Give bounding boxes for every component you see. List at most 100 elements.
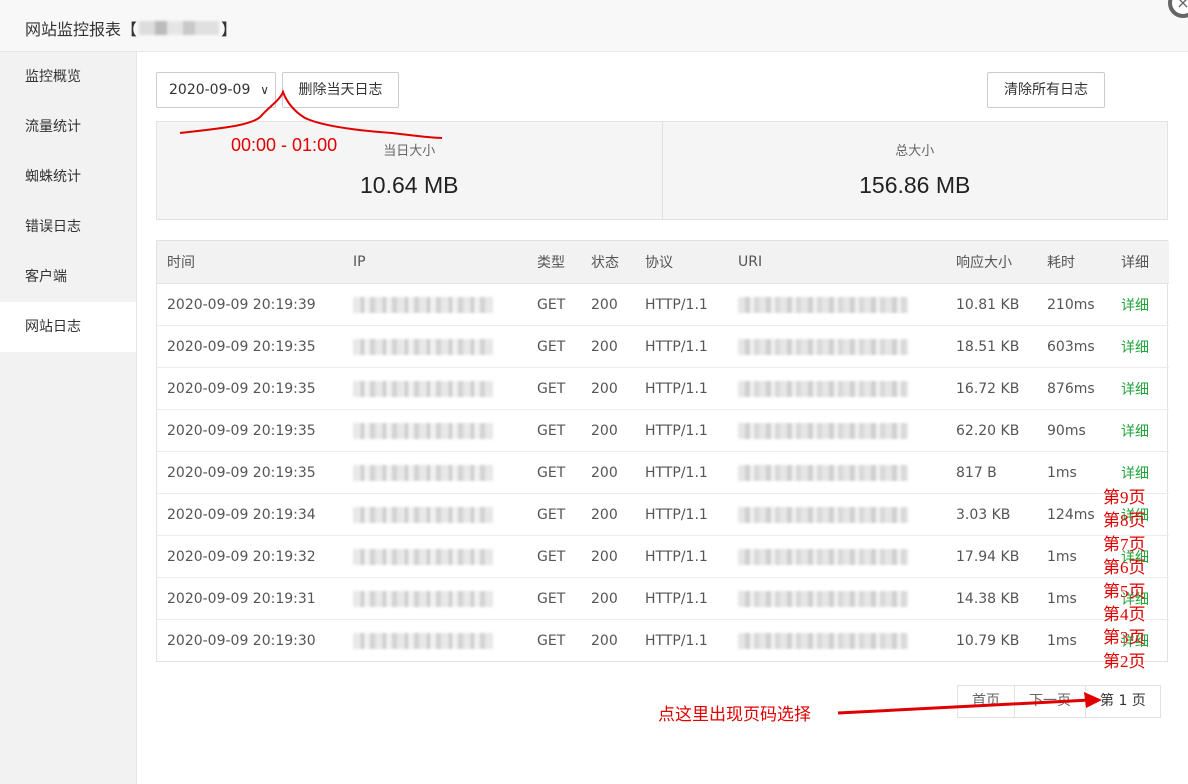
cell-type: GET (527, 619, 581, 661)
column-header-size: 响应大小 (946, 241, 1037, 284)
table-row: 2020-09-09 20:19:35 GET 200 HTTP/1.1 18.51 K… (157, 325, 1169, 368)
cell-uri (728, 409, 946, 452)
cell-size: 16.72 KB (946, 367, 1037, 410)
window-title-prefix: 网站监控报表【 (25, 20, 138, 39)
ip-redacted (353, 506, 493, 523)
table-row: 2020-09-09 20:19:31 GET 200 HTTP/1.1 14.38 K… (157, 577, 1169, 620)
first-page-button[interactable]: 首页 (958, 686, 1014, 717)
total-size-label: 总大小 (895, 144, 935, 159)
detail-link[interactable]: 详细 (1111, 409, 1169, 452)
page-option[interactable]: 第8页 (1103, 509, 1163, 532)
cell-type: GET (527, 535, 581, 578)
cell-ip (343, 284, 527, 326)
cell-type: GET (537, 296, 566, 313)
current-page-button[interactable]: 第 1 页 (1085, 686, 1160, 717)
cell-time: 2020-09-09 20:19:35 (157, 451, 343, 494)
sidebar-item-client[interactable]: 客户端 (0, 252, 136, 302)
sidebar-item-error-log[interactable]: 错误日志 (0, 202, 136, 252)
cell-type: GET (527, 493, 581, 536)
page-option[interactable]: 第6页 (1103, 556, 1163, 579)
site-name-redacted (139, 21, 220, 35)
cell-ip (343, 367, 527, 410)
column-header-time: 时间 (157, 241, 343, 284)
cell-duration: 1ms (1037, 577, 1111, 620)
delete-day-log-button[interactable]: 删除当天日志 (282, 72, 399, 108)
uri-redacted (738, 590, 908, 607)
column-header-ip: IP (343, 241, 527, 284)
cell-ip (343, 409, 527, 452)
ip-redacted (353, 632, 493, 649)
cell-uri (728, 577, 946, 620)
cell-size: 18.51 KB (946, 325, 1037, 368)
cell-status: 200 (581, 493, 635, 536)
page-option[interactable]: 第3页 (1103, 626, 1163, 649)
total-size-value: 156.86 MB (859, 172, 971, 198)
page-option[interactable]: 第5页 (1103, 580, 1163, 603)
cell-status: 200 (581, 451, 635, 494)
ip-redacted (353, 548, 493, 565)
clear-all-logs-button[interactable]: 清除所有日志 (987, 72, 1105, 108)
date-select[interactable]: 2020-09-09 ∨ (156, 72, 276, 108)
total-size-stat: 总大小 156.86 MB (661, 122, 1168, 219)
sidebar-item-traffic[interactable]: 流量统计 (0, 102, 136, 152)
pagination: 首页 下一页 第 1 页 (957, 685, 1161, 718)
cell-size: 10.79 KB (946, 619, 1037, 661)
cell-uri (728, 367, 946, 410)
cell-size: 62.20 KB (946, 409, 1037, 452)
cell-ip (343, 493, 527, 536)
cell-uri (728, 535, 946, 578)
cell-time: 2020-09-09 20:19:35 (157, 367, 343, 410)
cell-size: 10.81 KB (956, 296, 1020, 313)
cell-protocol: HTTP/1.1 (645, 296, 708, 313)
sidebar-item-site-log[interactable]: 网站日志 (0, 302, 136, 352)
table-row: 2020-09-09 20:19:30 GET 200 HTTP/1.1 10.79 K… (157, 619, 1169, 661)
cell-status: 200 (581, 367, 635, 410)
cell-protocol: HTTP/1.1 (635, 367, 728, 410)
table-row: 2020-09-09 20:19:35 GET 200 HTTP/1.1 16.72 K… (157, 367, 1169, 410)
detail-link[interactable]: 详细 (1111, 367, 1169, 410)
next-page-button[interactable]: 下一页 (1014, 686, 1085, 717)
uri-redacted (738, 548, 908, 565)
cell-size: 14.38 KB (946, 577, 1037, 620)
uri-redacted (738, 506, 908, 523)
cell-duration: 210ms (1047, 296, 1095, 313)
page-option[interactable]: 第7页 (1103, 533, 1163, 556)
cell-time: 2020-09-09 20:19:30 (157, 619, 343, 661)
log-table: 时间 IP 类型 状态 协议 URI 响应大小 耗时 详细 2020-09-09… (156, 240, 1169, 662)
detail-link[interactable]: 详细 (1111, 284, 1169, 326)
sidebar-item-overview[interactable]: 监控概览 (0, 52, 136, 102)
cell-time: 2020-09-09 20:19:32 (157, 535, 343, 578)
cell-protocol: HTTP/1.1 (635, 577, 728, 620)
sidebar: 监控概览 流量统计 蜘蛛统计 错误日志 客户端 网站日志 (0, 52, 137, 784)
ip-redacted (353, 590, 493, 607)
window-titlebar: 网站监控报表【 】 (0, 0, 1188, 52)
cell-size: 17.94 KB (946, 535, 1037, 578)
cell-status: 200 (581, 325, 635, 368)
column-header-protocol: 协议 (635, 241, 728, 284)
cell-ip (343, 619, 527, 661)
page-option[interactable]: 第9页 (1103, 486, 1163, 509)
page-option[interactable]: 第2页 (1103, 650, 1163, 673)
cell-duration: 1ms (1037, 535, 1111, 578)
cell-status: 200 (581, 619, 635, 661)
uri-redacted (738, 422, 908, 439)
detail-link[interactable]: 详细 (1111, 325, 1169, 368)
column-header-detail: 详细 (1111, 241, 1169, 284)
sidebar-item-spider[interactable]: 蜘蛛统计 (0, 152, 136, 202)
uri-redacted (738, 338, 908, 355)
uri-redacted (738, 464, 908, 481)
cell-duration: 876ms (1037, 367, 1111, 410)
cell-ip (343, 577, 527, 620)
uri-redacted (738, 380, 908, 397)
date-select-value: 2020-09-09 (169, 82, 251, 98)
cell-type: GET (527, 367, 581, 410)
cell-status: 200 (591, 296, 618, 313)
cell-size: 3.03 KB (946, 493, 1037, 536)
day-size-value: 10.64 MB (360, 172, 459, 198)
cell-uri (728, 284, 946, 326)
cell-time: 2020-09-09 20:19:35 (157, 409, 343, 452)
page-option[interactable]: 第4页 (1103, 603, 1163, 626)
column-header-type: 类型 (527, 241, 581, 284)
cell-size: 817 B (946, 451, 1037, 494)
cell-uri (728, 325, 946, 368)
